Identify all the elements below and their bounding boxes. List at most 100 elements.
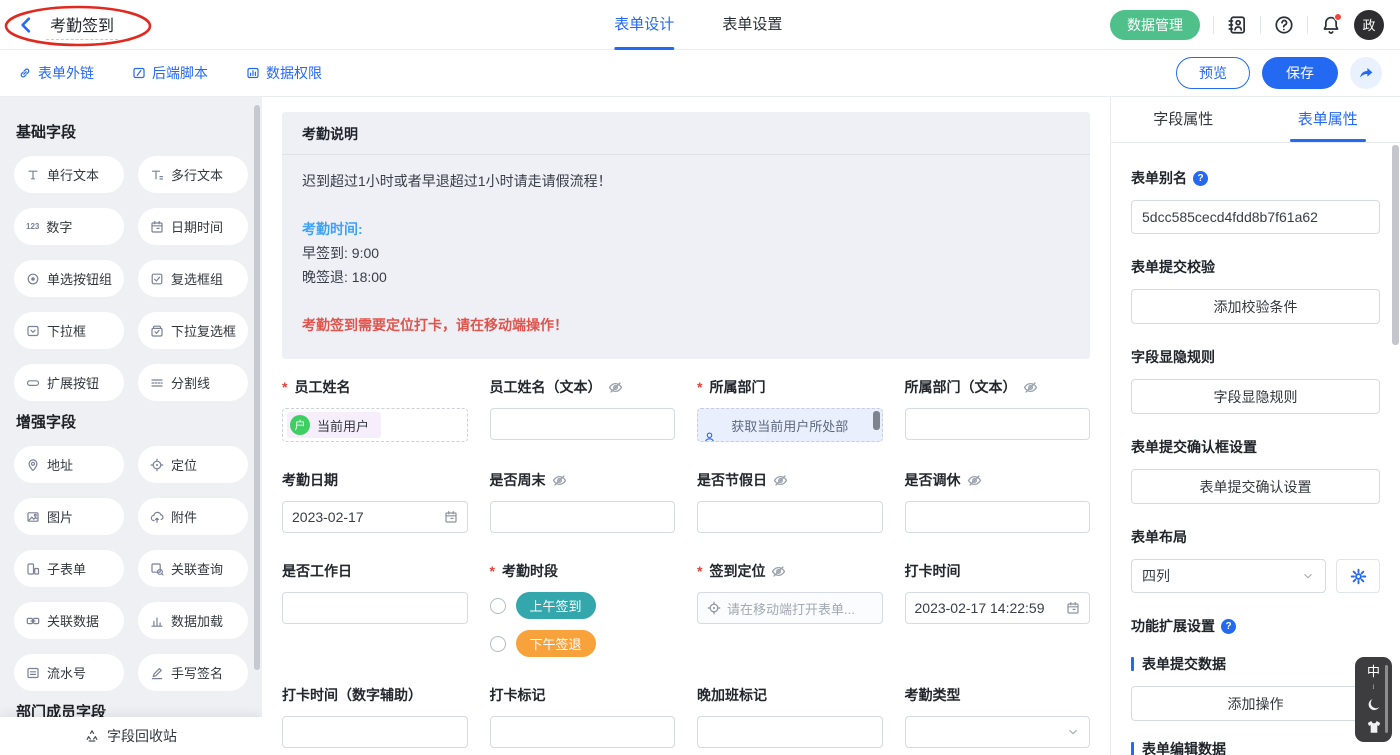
date-input[interactable]: 2023-02-17 14:22:59 [905, 592, 1091, 624]
text-input[interactable] [490, 501, 676, 533]
radio-option[interactable]: 下午签退 [490, 630, 676, 657]
text-input[interactable] [905, 501, 1091, 533]
field-scrollbar[interactable] [873, 411, 880, 430]
field-label: * 所属部门 [697, 377, 883, 397]
field-label-text: 打卡时间（数字辅助） [282, 685, 422, 705]
notification-bell-icon[interactable] [1321, 15, 1341, 35]
field-label-text: 考勤日期 [282, 470, 338, 490]
tab-form-properties[interactable]: 表单属性 [1256, 97, 1400, 142]
field-pill[interactable]: 单行文本 [14, 156, 124, 193]
language-toggle[interactable]: 中 [1367, 665, 1380, 678]
date-input[interactable]: 2023-02-17 [282, 501, 468, 533]
notice-line [302, 193, 1070, 217]
toolbar-link-1[interactable]: 后端脚本 [132, 63, 208, 83]
field-pill[interactable]: 下拉框 [14, 312, 124, 349]
language-sub-mark: ʲ [1373, 684, 1374, 692]
theme-shirt-icon[interactable] [1366, 719, 1382, 735]
field-pill[interactable]: 复选框组 [138, 260, 248, 297]
layout-select-value: 四列 [1142, 566, 1170, 586]
field-pill[interactable]: 单选按钮组 [14, 260, 124, 297]
text-input[interactable] [490, 716, 676, 748]
field-pill[interactable]: 分割线 [138, 364, 248, 401]
field-label: 打卡时间 [905, 561, 1091, 581]
field-pill[interactable]: 定位 [138, 446, 248, 483]
panel-scrollbar[interactable] [1392, 145, 1399, 345]
field-pill[interactable]: 图片 [14, 498, 124, 535]
extension-settings-label: 功能扩展设置 [1131, 616, 1215, 636]
help-question-icon[interactable]: ? [1221, 619, 1236, 634]
eye-off-icon [773, 473, 788, 488]
dark-mode-moon-icon[interactable] [1366, 697, 1382, 713]
field-pill[interactable]: 关联数据 [14, 602, 124, 639]
field-pill-label: 分割线 [171, 373, 210, 392]
chevron-down-icon [1301, 569, 1315, 583]
field-pill[interactable]: 地址 [14, 446, 124, 483]
layout-select[interactable]: 四列 [1131, 559, 1326, 593]
field-pill[interactable]: 下拉复选框 [138, 312, 248, 349]
field-visibility-button[interactable]: 字段显隐规则 [1131, 379, 1380, 414]
required-asterisk: * [282, 379, 287, 395]
help-icon[interactable] [1274, 15, 1294, 35]
select-input[interactable] [905, 716, 1091, 748]
text-input[interactable] [282, 716, 468, 748]
widget-scrollbar[interactable] [1385, 665, 1388, 733]
field-label-text: 晚加班标记 [697, 685, 767, 705]
calendar-icon [1066, 601, 1080, 615]
perm-icon [246, 66, 260, 80]
avatar[interactable]: 政 [1354, 10, 1384, 40]
back-icon[interactable] [16, 15, 36, 35]
tab-form-settings[interactable]: 表单设置 [722, 0, 782, 50]
preview-button[interactable]: 预览 [1176, 57, 1250, 89]
radio-group: 上午签到下午签退 [490, 592, 676, 657]
page-title[interactable]: 考勤签到 [46, 10, 118, 40]
field-library-sidebar: 基础字段单行文本多行文本123数字日期时间单选按钮组复选框组下拉框下拉复选框扩展… [0, 97, 262, 755]
field-label-text: 是否工作日 [282, 561, 352, 581]
text-input[interactable] [905, 408, 1091, 440]
field-pill[interactable]: 手写签名 [138, 654, 248, 691]
form-alias-input[interactable] [1131, 200, 1380, 234]
tab-field-properties[interactable]: 字段属性 [1111, 97, 1256, 142]
field-pill[interactable]: 123数字 [14, 208, 124, 245]
text-input[interactable] [282, 592, 468, 624]
employee-name-field[interactable]: 户当前用户 [282, 408, 468, 442]
save-button[interactable]: 保存 [1262, 57, 1338, 89]
field-pill[interactable]: 流水号 [14, 654, 124, 691]
field-pill[interactable]: 扩展按钮 [14, 364, 124, 401]
sub-toolbar: 表单外链 后端脚本 数据权限 预览 保存 [0, 50, 1400, 97]
radio-circle[interactable] [490, 636, 506, 652]
text-input[interactable] [490, 408, 676, 440]
field-pill[interactable]: 关联查询 [138, 550, 248, 587]
text-input[interactable] [697, 716, 883, 748]
radio-option[interactable]: 上午签到 [490, 592, 676, 619]
submit-data-add-action-button[interactable]: 添加操作 [1131, 686, 1380, 721]
eye-off-icon [967, 473, 982, 488]
data-manage-button[interactable]: 数据管理 [1110, 10, 1200, 40]
radio-circle[interactable] [490, 598, 506, 614]
field-pill-label: 数据加载 [171, 611, 223, 630]
location-input[interactable]: 请在移动端打开表单... [697, 592, 883, 624]
sidebar-scrollbar[interactable] [254, 105, 260, 670]
field-pill[interactable]: 子表单 [14, 550, 124, 587]
field-label: 晚加班标记 [697, 685, 883, 705]
form-field: 考勤日期 2023-02-17 [282, 470, 468, 533]
contacts-book-icon[interactable] [1227, 15, 1247, 35]
department-field[interactable]: 获取当前用户所处部 [697, 408, 883, 442]
notice-widget[interactable]: 考勤说明 迟到超过1小时或者早退超过1小时请走请假流程！ 考勤时间:早签到: 9… [282, 112, 1090, 359]
toolbar-link-label: 后端脚本 [152, 63, 208, 83]
toolbar-link-0[interactable]: 表单外链 [18, 63, 94, 83]
field-label-text: 打卡时间 [905, 561, 961, 581]
field-pill[interactable]: 日期时间 [138, 208, 248, 245]
toolbar-link-2[interactable]: 数据权限 [246, 63, 322, 83]
sidebar-section-title: 增强字段 [16, 411, 246, 432]
add-validation-button[interactable]: 添加校验条件 [1131, 289, 1380, 324]
layout-config-button[interactable] [1336, 559, 1380, 593]
field-pill[interactable]: 多行文本 [138, 156, 248, 193]
submit-confirm-button[interactable]: 表单提交确认设置 [1131, 469, 1380, 504]
help-question-icon[interactable]: ? [1193, 171, 1208, 186]
text-input[interactable] [697, 501, 883, 533]
field-recycle-bin[interactable]: 字段回收站 [0, 717, 262, 755]
tab-form-design[interactable]: 表单设计 [614, 0, 674, 50]
field-pill[interactable]: 数据加载 [138, 602, 248, 639]
share-button[interactable] [1350, 57, 1382, 89]
field-pill[interactable]: 附件 [138, 498, 248, 535]
